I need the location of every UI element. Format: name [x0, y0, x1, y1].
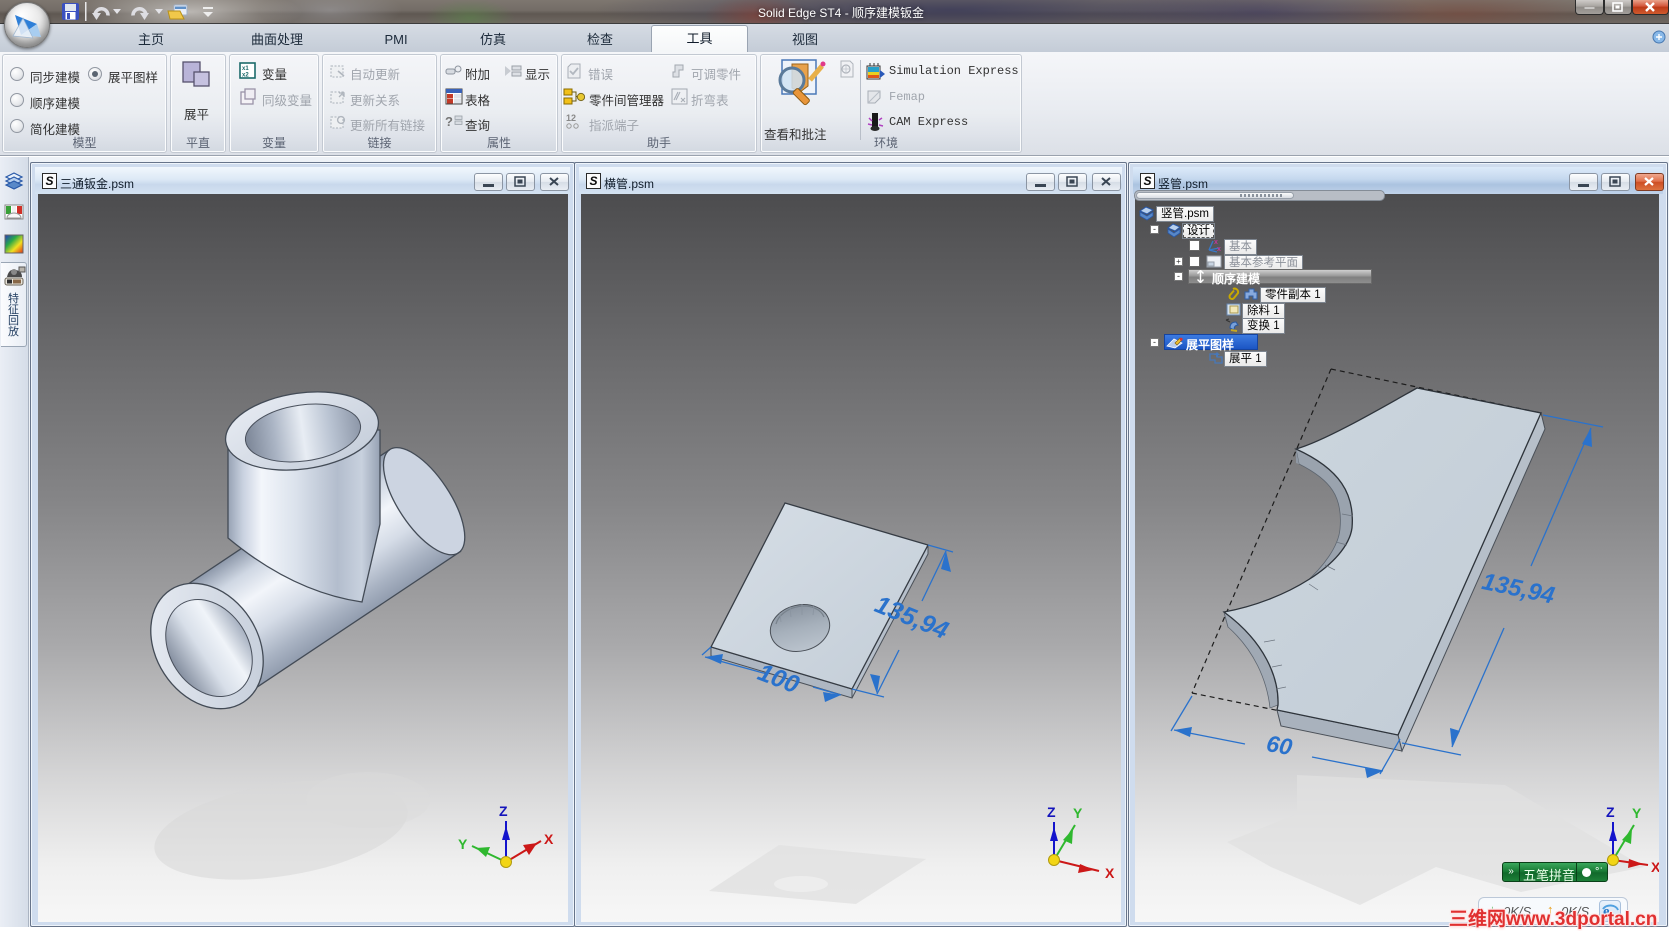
svg-text:135,94: 135,94	[1480, 568, 1557, 610]
svg-text:X: X	[1651, 859, 1659, 875]
svg-text:x: x	[1217, 246, 1221, 253]
svg-text:x: x	[1214, 239, 1218, 246]
svg-text:x2: x2	[242, 73, 249, 79]
svg-text:12: 12	[566, 113, 576, 123]
svg-text:Y: Y	[1632, 805, 1642, 821]
svg-text:Z: Z	[1606, 804, 1615, 820]
svg-text:x1: x1	[242, 66, 249, 72]
svg-text:X: X	[544, 831, 554, 847]
svg-text:Z: Z	[1047, 804, 1056, 820]
svg-text:Y: Y	[1073, 805, 1083, 821]
svg-text:Y: Y	[458, 836, 468, 852]
svg-text:?: ?	[445, 114, 453, 129]
svg-text:X: X	[1105, 865, 1115, 881]
svg-text:Z: Z	[499, 803, 508, 819]
svg-text:60: 60	[1264, 730, 1294, 760]
